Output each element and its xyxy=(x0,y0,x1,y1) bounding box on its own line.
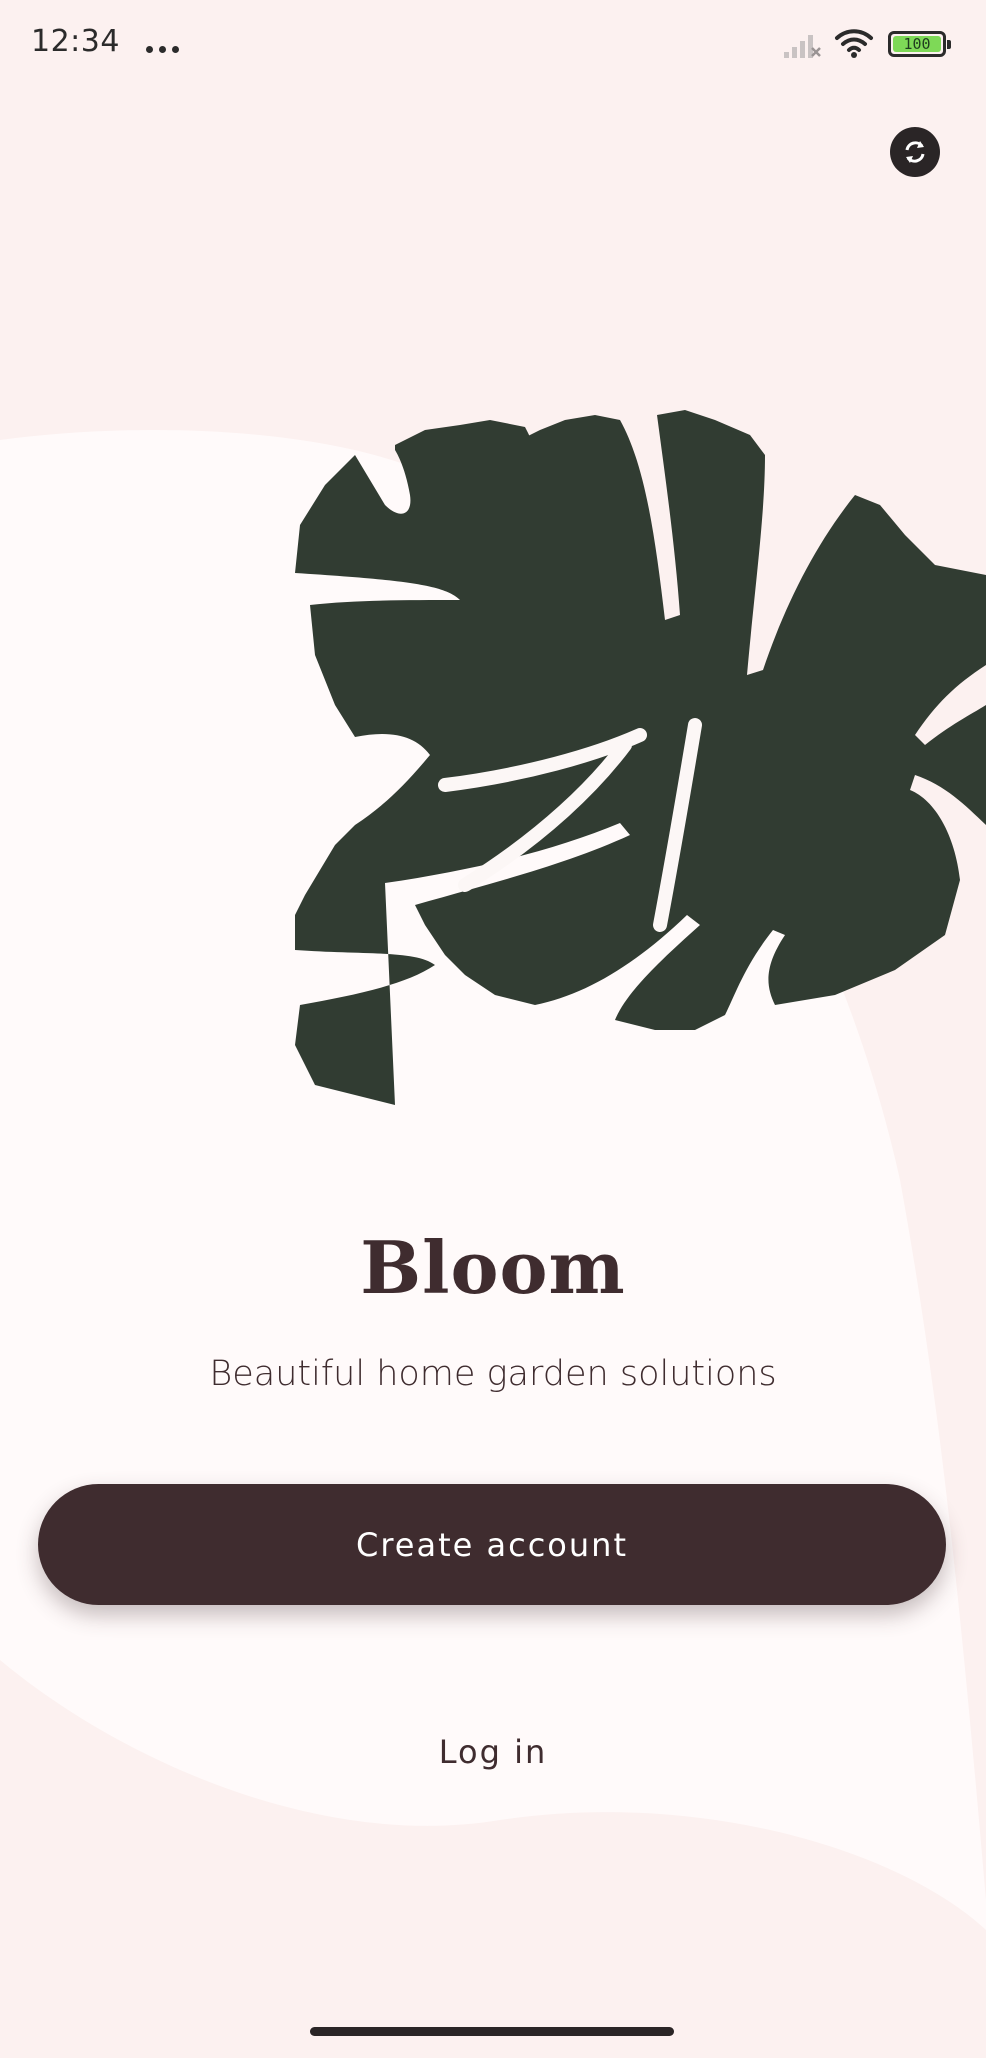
sync-icon xyxy=(905,141,925,163)
login-button[interactable]: Log in xyxy=(393,1722,593,1782)
more-notifications-icon xyxy=(146,38,186,53)
battery-level: 100 xyxy=(893,36,941,52)
monstera-leaf-illustration xyxy=(295,410,986,1105)
wifi-icon xyxy=(835,29,873,58)
create-account-label: Create account xyxy=(356,1525,628,1564)
status-bar: 12:34 100 xyxy=(0,0,986,88)
battery-icon: 100 xyxy=(888,31,951,57)
sync-button[interactable] xyxy=(890,127,940,177)
status-time: 12:34 xyxy=(31,24,120,59)
home-indicator[interactable] xyxy=(310,2027,674,2036)
login-label: Log in xyxy=(438,1733,548,1771)
app-title: Bloom xyxy=(360,1225,626,1310)
app-subtitle: Beautiful home garden solutions xyxy=(209,1354,777,1394)
signal-icon xyxy=(784,35,821,58)
create-account-button[interactable]: Create account xyxy=(38,1484,946,1605)
